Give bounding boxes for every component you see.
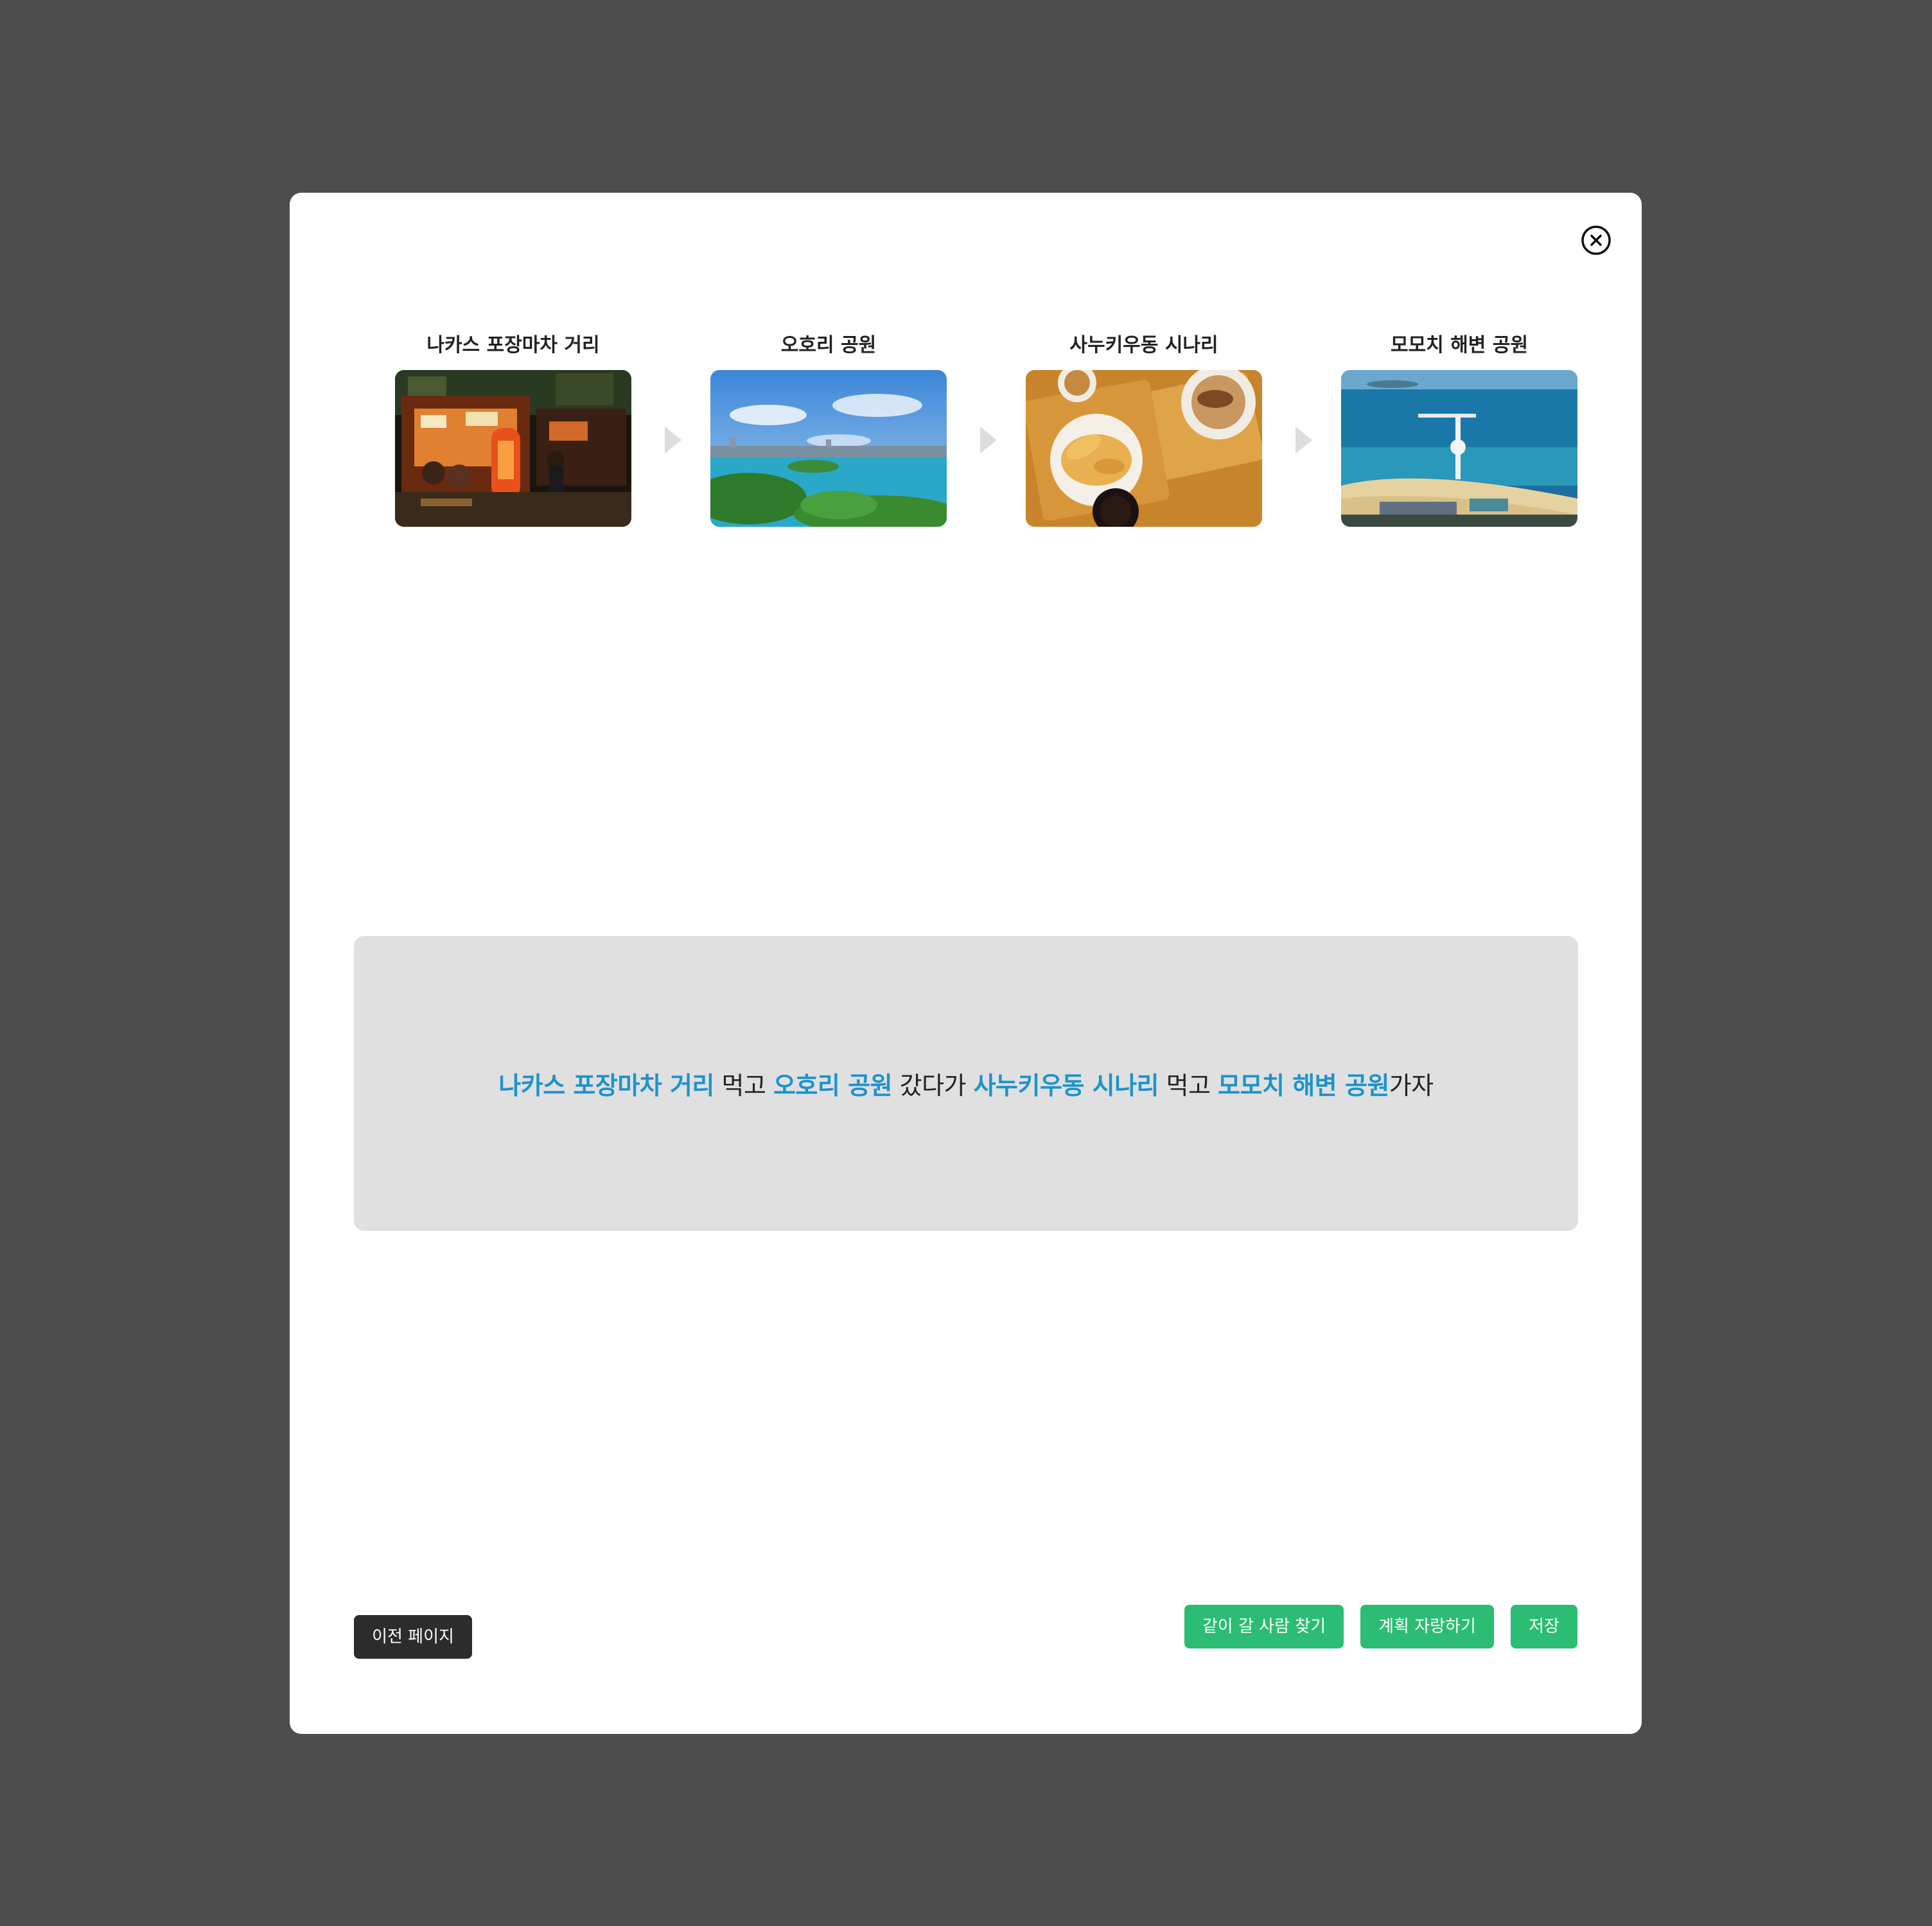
- summary-place-4: 모모치 해변 공원: [1218, 1072, 1389, 1100]
- close-icon[interactable]: [1581, 225, 1611, 256]
- plan-summary-box: 나카스 포장마차 거리 먹고 오호리 공원 갔다가 사누키우동 시나리 먹고 모…: [354, 936, 1578, 1231]
- find-companion-button[interactable]: 같이 갈 사람 찾기: [1184, 1605, 1344, 1648]
- stop-title: 오호리 공원: [780, 334, 877, 357]
- summary-place-1: 나카스 포장마차 거리: [498, 1072, 714, 1100]
- route-strip: 나카스 포장마차 거리 오호리 공원 사누키우동 시나리 모모치 해변 공원: [395, 321, 1577, 527]
- summary-connector-1: 먹고: [714, 1072, 773, 1100]
- route-stop-3[interactable]: 사누키우동 시나리: [1026, 321, 1262, 527]
- summary-connector-3: 먹고: [1159, 1072, 1218, 1100]
- plan-summary-modal: 나카스 포장마차 거리 오호리 공원 사누키우동 시나리 모모치 해변 공원 나…: [290, 193, 1642, 1734]
- share-plan-button[interactable]: 계획 자랑하기: [1360, 1605, 1494, 1648]
- triangle-right-icon: [1294, 425, 1313, 455]
- lake-park-photo: [710, 370, 947, 527]
- route-stop-4[interactable]: 모모치 해변 공원: [1341, 321, 1577, 527]
- route-stop-2[interactable]: 오호리 공원: [710, 321, 947, 527]
- night-food-stalls-photo: [395, 370, 631, 527]
- save-button[interactable]: 저장: [1511, 1605, 1577, 1648]
- previous-page-button[interactable]: 이전 페이지: [354, 1615, 472, 1659]
- summary-connector-4: 가자: [1389, 1072, 1434, 1100]
- route-stop-1[interactable]: 나카스 포장마차 거리: [395, 321, 631, 527]
- stop-title: 나카스 포장마차 거리: [426, 334, 600, 357]
- summary-place-2: 오호리 공원: [773, 1072, 893, 1100]
- beach-pier-photo: [1341, 370, 1577, 527]
- summary-place-3: 사누키우동 시나리: [973, 1072, 1159, 1100]
- triangle-right-icon: [979, 425, 998, 455]
- plan-summary-sentence: 나카스 포장마차 거리 먹고 오호리 공원 갔다가 사누키우동 시나리 먹고 모…: [498, 1066, 1434, 1101]
- triangle-right-icon: [663, 425, 683, 455]
- udon-tempura-meal-photo: [1026, 370, 1262, 527]
- summary-connector-2: 갔다가: [892, 1072, 974, 1100]
- stop-title: 모모치 해변 공원: [1390, 334, 1529, 357]
- stop-title: 사누키우동 시나리: [1069, 334, 1218, 357]
